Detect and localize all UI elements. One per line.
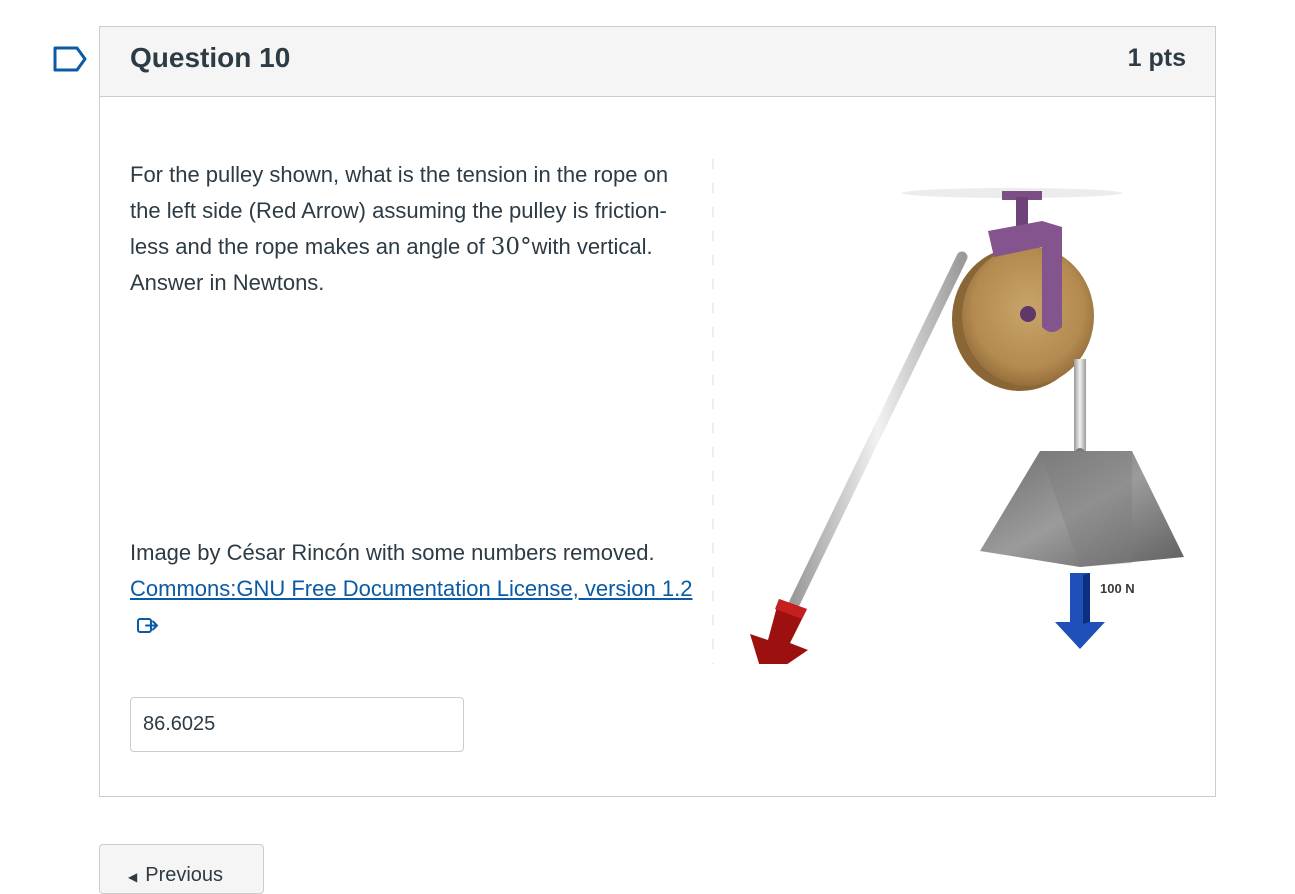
image-credit: Image by César Rincón with some numbers … [130, 535, 720, 643]
answer-input[interactable] [130, 697, 464, 752]
license-link[interactable]: Commons:GNU Free Documentation License, … [130, 576, 692, 637]
left-rope [788, 251, 968, 610]
credit-text: Image by César Rincón with some numbers … [130, 540, 655, 565]
previous-button[interactable]: ◀ Previous [99, 844, 264, 894]
angle-value: 30° [490, 234, 532, 260]
question-text: For the pulley shown, what is the tensio… [130, 157, 700, 301]
question-card: Question 10 1 pts For the pulley shown, … [99, 26, 1216, 797]
load-label: 100 N [1100, 581, 1135, 596]
pulley-diagram: 100 N [712, 159, 1184, 664]
right-rope [1074, 359, 1086, 459]
question-header: Question 10 1 pts [100, 27, 1215, 97]
previous-label: Previous [145, 863, 224, 886]
question-points: 1 pts [1127, 44, 1186, 72]
load-arrow [1055, 573, 1105, 649]
bookmark-flag-icon[interactable] [53, 46, 87, 72]
question-title: Question 10 [130, 42, 291, 73]
external-link-icon [137, 618, 158, 633]
